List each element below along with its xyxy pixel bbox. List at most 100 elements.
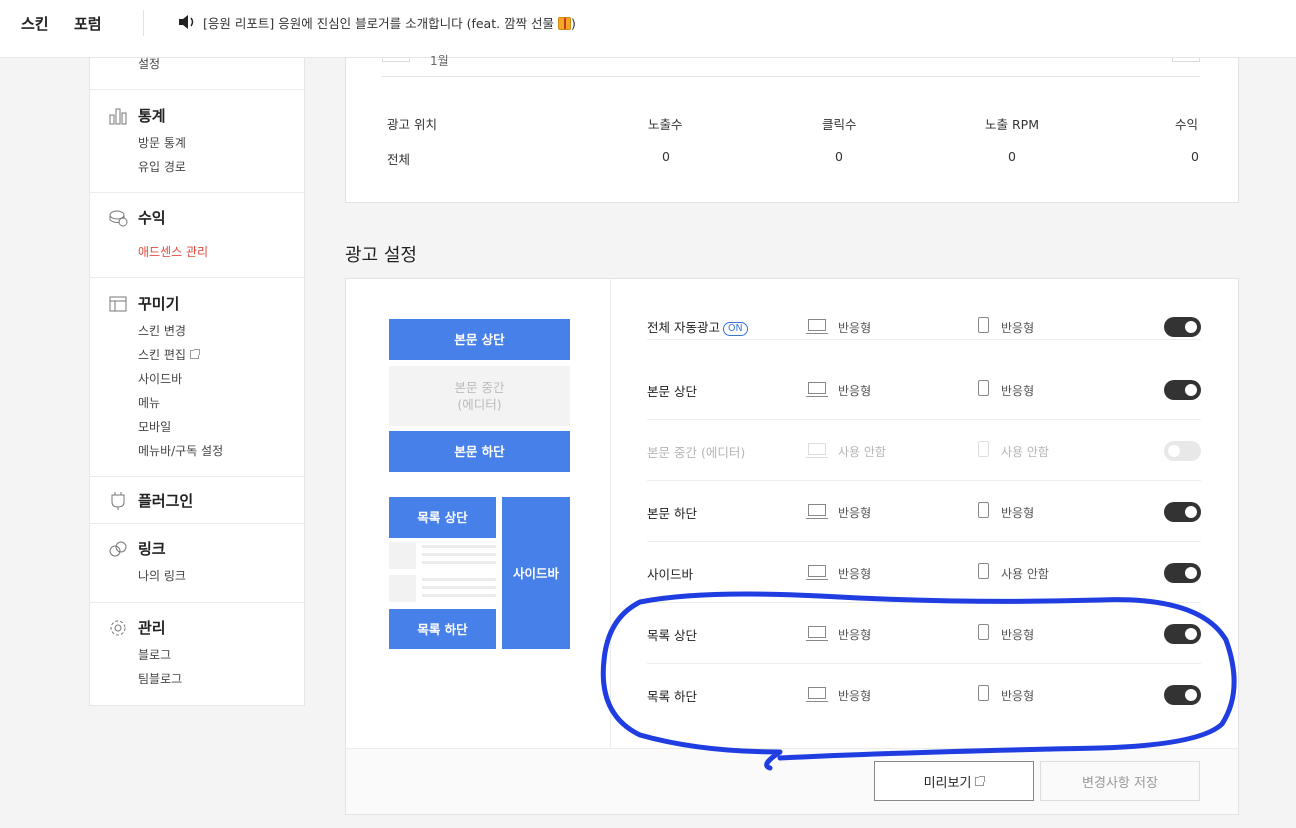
sidebar-link-visit-stats[interactable]: 방문 통계 — [138, 134, 186, 151]
top-bar: 스킨 포럼 [응원 리포트] 응원에 진심인 블로거를 소개합니다 (feat.… — [0, 0, 1296, 58]
month-label: 1월 — [430, 54, 449, 68]
ad-row-list-bottom: 목록 하단 반응형 반응형 — [611, 664, 1239, 725]
sidebar-section-stats: 통계 방문 통계 유입 경로 — [90, 90, 304, 193]
sidebar-heading-link[interactable]: 링크 — [138, 538, 166, 559]
ad-row-body-bottom: 본문 하단 반응형 반응형 — [611, 481, 1239, 542]
sidebar-link-settings[interactable]: 설정 — [138, 55, 160, 72]
pc-ad-type[interactable]: 반응형 — [838, 626, 871, 643]
desktop-icon — [806, 319, 828, 334]
bar-chart-icon — [109, 108, 127, 125]
sidebar-section-manage: 관리 블로그 팀블로그 — [90, 603, 304, 705]
ad-toggle[interactable] — [1164, 563, 1201, 583]
ad-toggle[interactable] — [1164, 685, 1201, 705]
pc-ad-type[interactable]: 반응형 — [838, 382, 871, 399]
stats-divider — [382, 76, 1200, 77]
table-cell: 0 — [1191, 149, 1199, 164]
external-link-icon — [189, 349, 200, 359]
sidebar-link-mobile[interactable]: 모바일 — [138, 418, 171, 435]
sidebar-link-adsense[interactable]: 애드센스 관리 — [138, 243, 208, 260]
col-header-position: 광고 위치 — [387, 117, 437, 132]
sidebar-heading-stats[interactable]: 통계 — [138, 105, 166, 126]
ad-row-sidebar: 사이드바 반응형 사용 안함 — [611, 542, 1239, 603]
preview-body-top: 본문 상단 — [389, 319, 570, 360]
sidebar-heading-decorate[interactable]: 꾸미기 — [138, 293, 179, 314]
ad-row-label: 본문 중간 (에디터) — [647, 445, 746, 460]
save-changes-button[interactable]: 변경사항 저장 — [1040, 761, 1200, 801]
sidebar-link-sidebar[interactable]: 사이드바 — [138, 370, 182, 387]
desktop-icon — [806, 504, 828, 519]
sidebar-heading-manage[interactable]: 관리 — [138, 617, 166, 638]
topbar-divider — [143, 10, 144, 36]
pc-ad-type[interactable]: 반응형 — [838, 687, 871, 704]
ad-toggle[interactable] — [1164, 380, 1201, 400]
sidebar-link-skin-edit-label: 스킨 편집 — [138, 348, 186, 362]
revenue-stats-card: 1월 광고 위치 노출수 클릭수 노출 RPM 수익 전체 0 0 0 0 — [345, 54, 1239, 203]
desktop-icon — [806, 443, 828, 458]
mobile-ad-type[interactable]: 반응형 — [1001, 626, 1034, 643]
ad-settings-title: 광고 설정 — [345, 245, 417, 266]
month-next-button[interactable] — [1172, 58, 1200, 62]
mobile-ad-type[interactable]: 반응형 — [1001, 687, 1034, 704]
mobile-ad-type[interactable]: 사용 안함 — [1001, 565, 1049, 582]
sidebar-link-blog[interactable]: 블로그 — [138, 646, 171, 663]
preview-list-top: 목록 상단 — [389, 497, 496, 538]
sidebar-link-my-links[interactable]: 나의 링크 — [138, 567, 186, 584]
pc-ad-type[interactable]: 반응형 — [838, 319, 871, 336]
ad-toggle[interactable] — [1164, 317, 1201, 337]
preview-button[interactable]: 미리보기 — [874, 761, 1034, 801]
mobile-ad-type[interactable]: 사용 안함 — [1001, 443, 1049, 460]
sidebar-section-cut: 설정 — [90, 55, 304, 90]
sidebar-link-menu[interactable]: 메뉴 — [138, 394, 160, 411]
col-header-impressions: 노출수 — [648, 117, 683, 132]
preview-list-line — [422, 594, 496, 597]
preview-list-line — [422, 561, 496, 564]
ad-row-label-text: 전체 자동광고 — [647, 320, 720, 335]
ad-row-body-top: 본문 상단 반응형 반응형 — [611, 359, 1239, 420]
ad-toggle[interactable] — [1164, 624, 1201, 644]
sidebar-link-referrer[interactable]: 유입 경로 — [138, 158, 186, 175]
sidebar-heading-plugin[interactable]: 플러그인 — [138, 490, 193, 511]
preview-body-middle-line2: (에디터) — [457, 397, 502, 412]
notice-text: [응원 리포트] 응원에 진심인 블로거를 소개합니다 (feat. 깜짝 선물 — [203, 16, 555, 31]
gear-icon — [110, 620, 126, 636]
pc-ad-type[interactable]: 반응형 — [838, 565, 871, 582]
desktop-icon — [806, 565, 828, 580]
sidebar-link-skin-change[interactable]: 스킨 변경 — [138, 322, 186, 339]
mobile-icon — [978, 624, 989, 640]
preview-list-thumb — [389, 542, 416, 569]
preview-list-line — [422, 545, 496, 548]
nav-skin[interactable]: 스킨 — [21, 13, 49, 34]
desktop-icon — [806, 626, 828, 641]
ad-row-list-top: 목록 상단 반응형 반응형 — [611, 603, 1239, 664]
sidebar-link-menubar[interactable]: 메뉴바/구독 설정 — [138, 442, 223, 459]
preview-list-line — [422, 553, 496, 556]
preview-list-line — [422, 578, 496, 581]
ad-toggle[interactable] — [1164, 502, 1201, 522]
external-link-icon — [975, 775, 986, 786]
table-cell: 0 — [1008, 149, 1016, 164]
mobile-ad-type[interactable]: 반응형 — [1001, 504, 1034, 521]
pc-ad-type[interactable]: 반응형 — [838, 504, 871, 521]
ad-row-auto: 전체 자동광고 ON 반응형 반응형 — [611, 279, 1239, 340]
mobile-icon — [978, 685, 989, 701]
mobile-ad-type[interactable]: 반응형 — [1001, 319, 1034, 336]
ad-row-label: 본문 하단 — [647, 506, 697, 521]
mobile-ad-type[interactable]: 반응형 — [1001, 382, 1034, 399]
sidebar-heading-revenue[interactable]: 수익 — [138, 207, 166, 228]
sidebar-link-skin-edit[interactable]: 스킨 편집 — [138, 346, 200, 363]
mobile-icon — [978, 380, 989, 396]
ad-row-label: 사이드바 — [647, 567, 694, 582]
pc-ad-type[interactable]: 사용 안함 — [838, 443, 886, 460]
nav-forum[interactable]: 포럼 — [74, 13, 102, 34]
sidebar-link-team-blog[interactable]: 팀블로그 — [138, 670, 182, 687]
coins-icon — [109, 210, 128, 227]
notice-link[interactable]: [응원 리포트] 응원에 진심인 블로거를 소개합니다 (feat. 깜짝 선물… — [203, 13, 576, 32]
ad-settings-card: 본문 상단 본문 중간 (에디터) 본문 하단 목록 상단 목록 하단 사이드바… — [345, 278, 1239, 815]
ad-toggle[interactable] — [1164, 441, 1201, 461]
row-divider — [647, 339, 1201, 340]
preview-body-middle-line1: 본문 중간 — [454, 380, 505, 395]
col-header-rpm: 노출 RPM — [985, 117, 1039, 132]
sidebar-section-link: 링크 나의 링크 — [90, 524, 304, 603]
month-prev-button[interactable] — [382, 58, 410, 62]
col-header-clicks: 클릭수 — [822, 117, 857, 132]
